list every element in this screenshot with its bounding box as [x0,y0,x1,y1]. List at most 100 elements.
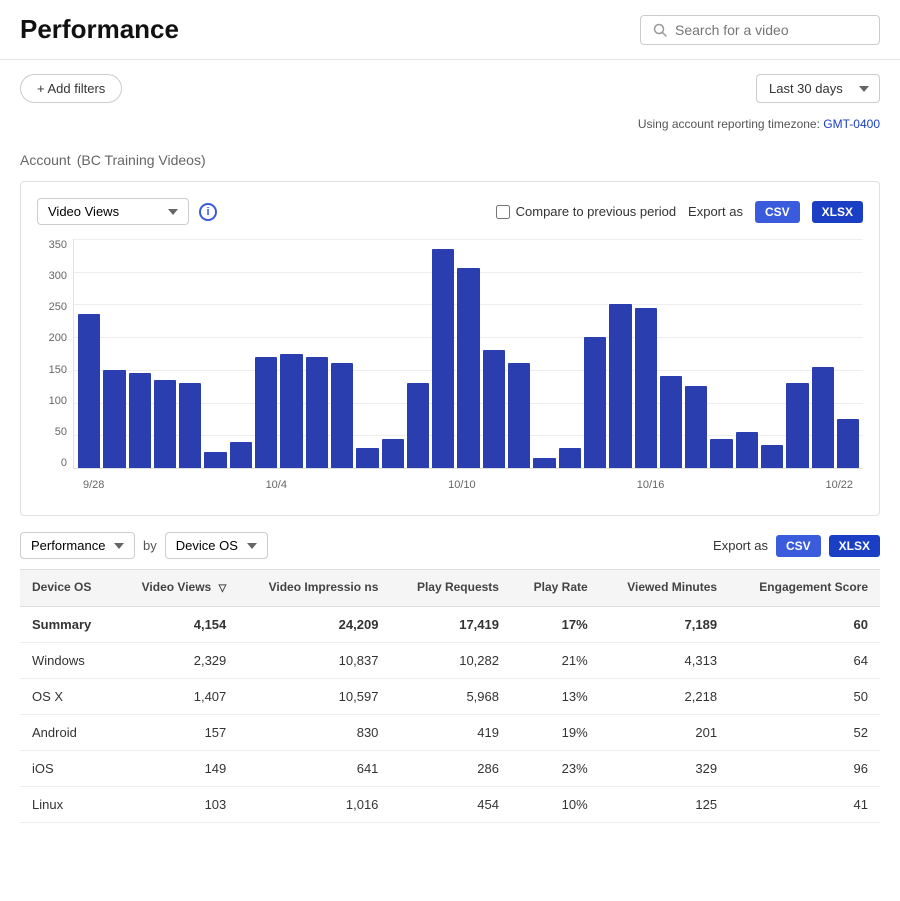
chart-panel: Video Views Video Impressions Play Reque… [20,181,880,516]
summary-cell-play_rate: 17% [511,606,600,642]
table-cell-device_os: Android [20,714,115,750]
table-cell-video_impressions: 10,837 [238,642,390,678]
chart-bar [812,367,834,468]
chart-bar [129,373,151,468]
table-cell-engagement_score: 96 [729,750,880,786]
bar-chart: 350 300 250 200 150 100 50 0 9/28 10/4 1… [37,239,863,499]
table-toolbar-right: Export as CSV XLSX [713,535,880,557]
table-cell-play_requests: 454 [390,786,511,822]
summary-cell-video_impressions: 24,209 [238,606,390,642]
summary-cell-engagement_score: 60 [729,606,880,642]
chart-controls-right: Compare to previous period Export as CSV… [496,201,863,223]
chart-controls-left: Video Views Video Impressions Play Reque… [37,198,217,225]
table-cell-device_os: Windows [20,642,115,678]
table-cell-play_rate: 21% [511,642,600,678]
col-header-play-requests: Play Requests [390,570,511,607]
y-axis: 350 300 250 200 150 100 50 0 [37,239,73,469]
table-row: Android15783041919%20152 [20,714,880,750]
table-xlsx-button[interactable]: XLSX [829,535,880,557]
chart-bar [736,432,758,468]
summary-cell-play_requests: 17,419 [390,606,511,642]
info-icon[interactable]: i [199,203,217,221]
table-cell-play_rate: 23% [511,750,600,786]
chart-bar [356,448,378,468]
date-range-select[interactable]: Last 30 days Last 7 days Last 90 days Cu… [756,74,880,103]
table-cell-video_views: 149 [115,750,239,786]
chart-bar [710,439,732,468]
compare-checkbox-label[interactable]: Compare to previous period [496,204,676,219]
chart-bar [457,268,479,468]
account-section: Account (BC Training Videos) [0,141,900,181]
chart-bar [432,249,454,468]
chart-bar [685,386,707,468]
chart-bar [584,337,606,468]
timezone-bar: Using account reporting timezone: GMT-04… [0,117,900,141]
table-cell-video_views: 157 [115,714,239,750]
table-cell-engagement_score: 50 [729,678,880,714]
chart-bar [483,350,505,468]
chart-bar [508,363,530,468]
table-cell-engagement_score: 41 [729,786,880,822]
timezone-link[interactable]: GMT-0400 [823,117,880,131]
summary-cell-device_os: Summary [20,606,115,642]
table-row: Windows2,32910,83710,28221%4,31364 [20,642,880,678]
table-cell-play_rate: 10% [511,786,600,822]
table-cell-video_impressions: 10,597 [238,678,390,714]
table-cell-video_views: 1,407 [115,678,239,714]
table-cell-viewed_minutes: 201 [600,714,729,750]
col-header-device-os: Device OS [20,570,115,607]
table-cell-device_os: iOS [20,750,115,786]
performance-select[interactable]: Performance Engagement [20,532,135,559]
search-input[interactable] [675,22,867,38]
chart-bar [230,442,252,468]
dimension-select[interactable]: Device OS Browser Country Day Video [165,532,268,559]
table-cell-video_impressions: 641 [238,750,390,786]
chart-bar [635,308,657,468]
table-cell-play_requests: 5,968 [390,678,511,714]
chart-bar [306,357,328,468]
table-section: Performance Engagement by Device OS Brow… [20,532,880,823]
summary-row: Summary4,15424,20917,41917%7,18960 [20,606,880,642]
table-cell-engagement_score: 52 [729,714,880,750]
chart-bars-area [73,239,863,469]
chart-bar [382,439,404,468]
table-cell-video_impressions: 830 [238,714,390,750]
chart-xlsx-button[interactable]: XLSX [812,201,863,223]
col-header-engagement-score: Engagement Score [729,570,880,607]
table-cell-play_requests: 419 [390,714,511,750]
chart-bar [533,458,555,468]
col-header-play-rate: Play Rate [511,570,600,607]
chart-bar [179,383,201,468]
table-csv-button[interactable]: CSV [776,535,821,557]
table-cell-device_os: OS X [20,678,115,714]
summary-cell-viewed_minutes: 7,189 [600,606,729,642]
metric-select[interactable]: Video Views Video Impressions Play Reque… [37,198,189,225]
search-box[interactable] [640,15,880,45]
chart-bar [78,314,100,468]
compare-checkbox[interactable] [496,205,510,219]
add-filters-button[interactable]: + Add filters [20,74,122,103]
chart-bar [331,363,353,468]
toolbar: + Add filters Last 30 days Last 7 days L… [0,60,900,117]
col-header-video-views[interactable]: Video Views ▽ [115,570,239,607]
chart-bar [660,376,682,468]
table-row: Linux1031,01645410%12541 [20,786,880,822]
table-toolbar-left: Performance Engagement by Device OS Brow… [20,532,268,559]
table-cell-play_rate: 19% [511,714,600,750]
table-cell-viewed_minutes: 329 [600,750,729,786]
chart-controls: Video Views Video Impressions Play Reque… [37,198,863,225]
chart-bar [837,419,859,468]
table-cell-video_impressions: 1,016 [238,786,390,822]
table-cell-play_requests: 286 [390,750,511,786]
data-table: Device OS Video Views ▽ Video Impressio … [20,569,880,823]
chart-bar [204,452,226,468]
table-cell-device_os: Linux [20,786,115,822]
chart-csv-button[interactable]: CSV [755,201,800,223]
table-toolbar: Performance Engagement by Device OS Brow… [20,532,880,559]
search-icon [653,23,667,37]
chart-bar [154,380,176,468]
col-header-viewed-minutes: Viewed Minutes [600,570,729,607]
col-header-video-impressions: Video Impressio ns [238,570,390,607]
sort-arrow: ▽ [219,582,227,595]
chart-bar [609,304,631,468]
